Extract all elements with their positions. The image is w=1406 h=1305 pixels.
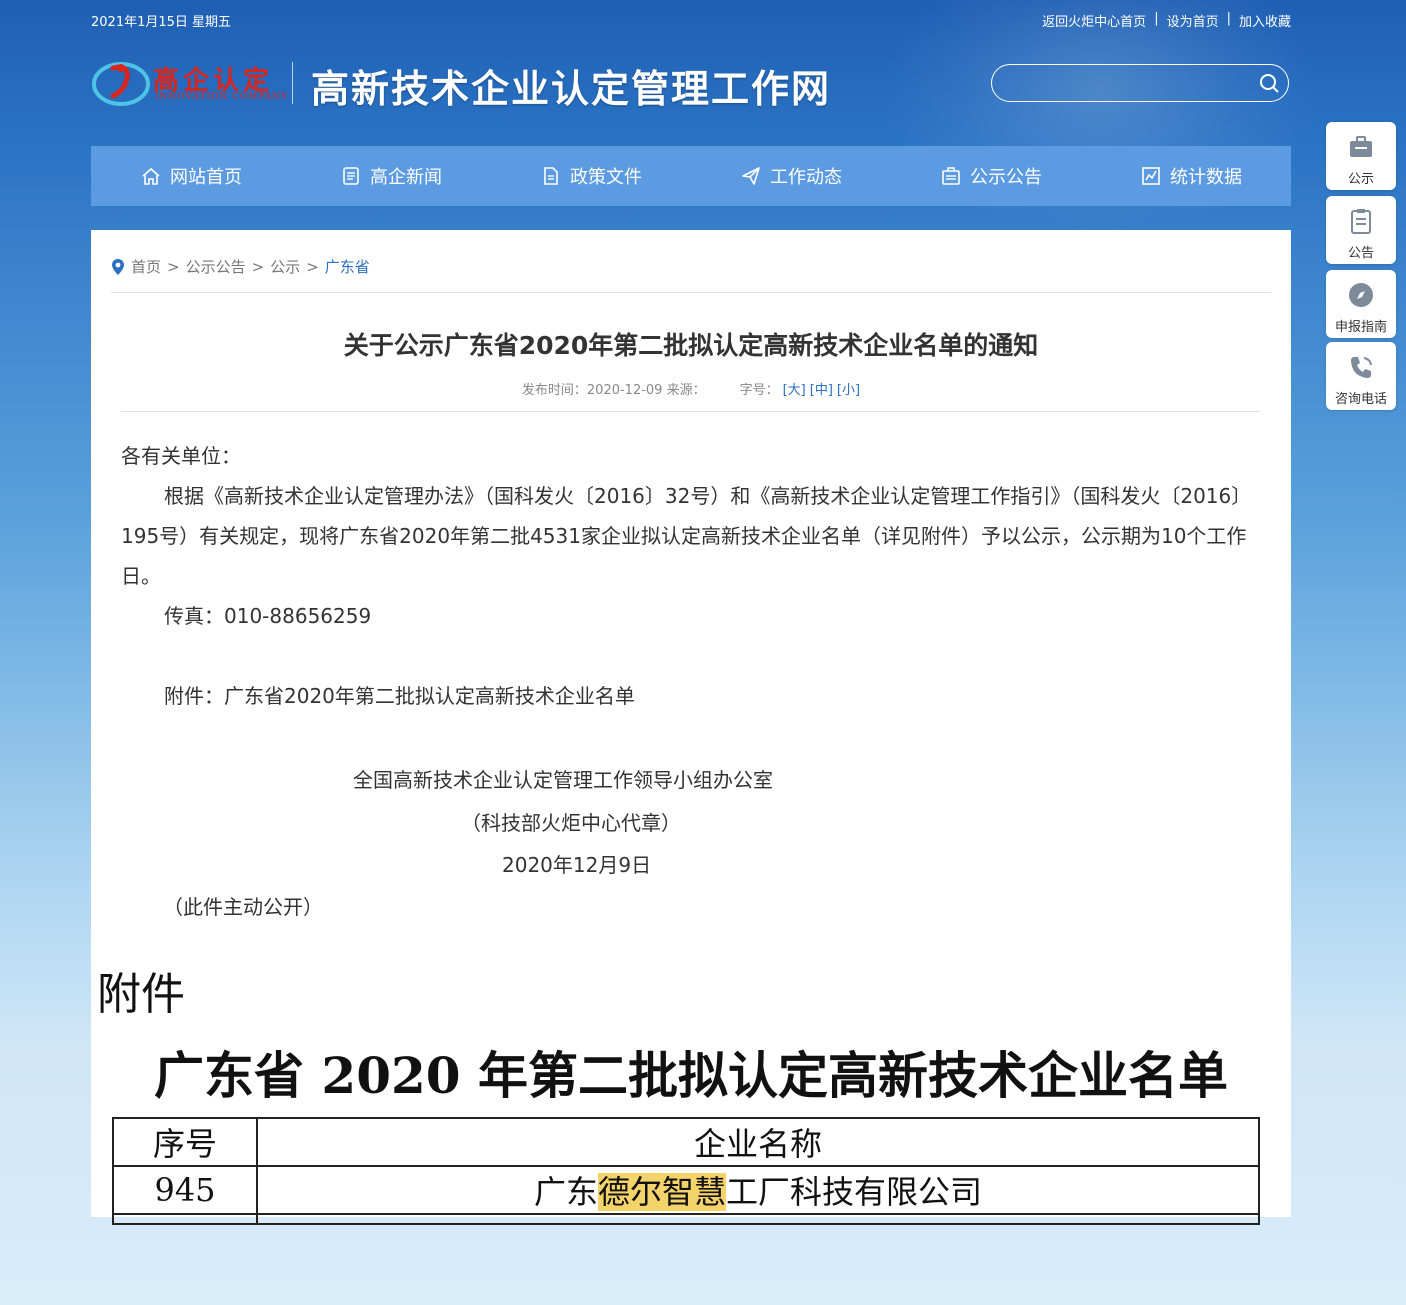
- header-no: 序号: [112, 1117, 258, 1167]
- nav-label: 网站首页: [170, 167, 242, 188]
- font-size-medium[interactable]: [中]: [810, 383, 833, 398]
- attachment-heading: 附件: [97, 969, 185, 1020]
- sidebar-label: 咨询电话: [1334, 392, 1387, 407]
- nav-label: 公示公告: [970, 167, 1042, 188]
- nav-label: 工作动态: [770, 167, 842, 188]
- nav-news[interactable]: 高企新闻: [291, 146, 491, 206]
- notice-icon: [942, 167, 960, 185]
- nav-statistics[interactable]: 统计数据: [1091, 146, 1291, 206]
- breadcrumb-current[interactable]: 广东省: [325, 256, 370, 277]
- link-set-homepage[interactable]: 设为首页: [1167, 11, 1219, 30]
- logo-text-en: INNOVATION COMPANY: [155, 92, 289, 102]
- site-logo[interactable]: 高企认定 INNOVATION COMPANY: [91, 52, 291, 112]
- news-icon: [343, 167, 359, 185]
- row-company: 广东德尔智慧工厂科技有限公司: [256, 1165, 1260, 1215]
- location-pin-icon: [112, 258, 124, 275]
- briefcase-icon: [1350, 136, 1372, 157]
- public-note: （此件主动公开）: [163, 895, 323, 919]
- nav-label: 高企新闻: [370, 167, 442, 188]
- attachment-title: 广东省 2020 年第二批拟认定高新技术企业名单: [154, 1046, 1228, 1105]
- company-name-highlight: 德尔智慧: [597, 1173, 726, 1211]
- breadcrumb-public[interactable]: 公示: [270, 256, 300, 277]
- link-torch-home[interactable]: 返回火炬中心首页: [1042, 11, 1146, 30]
- compass-icon: [1349, 283, 1373, 307]
- signer: 全国高新技术企业认定管理工作领导小组办公室: [353, 768, 773, 792]
- table-row-partial: [112, 1213, 1260, 1225]
- sidebar-label: 公告: [1347, 246, 1374, 261]
- link-separator: |: [1226, 11, 1231, 26]
- nav-label: 统计数据: [1170, 167, 1242, 188]
- divider: [111, 292, 1271, 293]
- row-no: 945: [112, 1165, 258, 1215]
- header-company: 企业名称: [256, 1117, 1260, 1167]
- article-meta: 发布时间：2020-12-09 来源： 字号： [大] [中] [小]: [91, 379, 1291, 398]
- search-box: [991, 64, 1289, 102]
- search-icon[interactable]: [1258, 72, 1280, 94]
- font-size-large[interactable]: [大]: [783, 383, 806, 398]
- chart-icon: [1142, 167, 1160, 185]
- paper-plane-icon: [742, 167, 760, 185]
- phone-icon: [1351, 357, 1372, 378]
- breadcrumb-notices[interactable]: 公示公告: [186, 256, 246, 277]
- nav-policy[interactable]: 政策文件: [491, 146, 691, 206]
- table-row: 945 广东德尔智慧工厂科技有限公司: [112, 1165, 1260, 1215]
- attachment-image: 附件 广东省 2020 年第二批拟认定高新技术企业名单 序号 企业名称 945 …: [91, 940, 1291, 1225]
- company-name-suffix: 工厂科技有限公司: [726, 1173, 983, 1211]
- article-title: 关于公示广东省2020年第二批拟认定高新技术企业名单的通知: [343, 331, 1039, 360]
- paragraph: 根据《高新技术企业认定管理办法》（国科发火〔2016〕32号）和《高新技术企业认…: [121, 484, 1252, 588]
- font-size-label: 字号：: [739, 383, 779, 398]
- attachment-link[interactable]: 附件：广东省2020年第二批拟认定高新技术企业名单: [121, 676, 1261, 716]
- nav-notices[interactable]: 公示公告: [891, 146, 1091, 206]
- breadcrumb-sep: >: [251, 257, 265, 276]
- company-table: 序号 企业名称 945 广东德尔智慧工厂科技有限公司: [112, 1117, 1260, 1225]
- top-bar: 2021年1月15日 星期五 返回火炬中心首页 | 设为首页 | 加入收藏: [91, 11, 1291, 31]
- table-header-row: 序号 企业名称: [112, 1117, 1260, 1167]
- link-separator: |: [1154, 11, 1159, 26]
- fax: 传真：010-88656259: [164, 604, 372, 628]
- greeting: 各有关单位：: [121, 444, 241, 468]
- nav-home[interactable]: 网站首页: [91, 146, 291, 206]
- sidebar-label: 公示: [1347, 172, 1374, 187]
- site-name: 高新技术企业认定管理工作网: [311, 66, 832, 111]
- nav-work-updates[interactable]: 工作动态: [691, 146, 891, 206]
- sidebar-notice[interactable]: 公告: [1326, 196, 1396, 264]
- logo-swirl-icon: [92, 62, 150, 106]
- sidebar-guide[interactable]: 申报指南: [1326, 270, 1396, 338]
- divider: [121, 411, 1261, 412]
- sidebar-label: 申报指南: [1334, 320, 1387, 335]
- link-add-favorite[interactable]: 加入收藏: [1239, 11, 1291, 30]
- font-size-small[interactable]: [小]: [837, 383, 860, 398]
- main-nav: 网站首页 高企新闻 政策文件 工作动态 公示公告 统计数据: [91, 146, 1291, 206]
- nav-label: 政策文件: [570, 167, 642, 188]
- article-panel: 首页 > 公示公告 > 公示 > 广东省 关于公示广东省2020年第二批拟认定高…: [91, 230, 1291, 940]
- breadcrumb-home[interactable]: 首页: [131, 256, 161, 277]
- breadcrumb-sep: >: [167, 257, 180, 276]
- sidebar-public[interactable]: 公示: [1326, 122, 1396, 190]
- current-date: 2021年1月15日 星期五: [91, 15, 232, 30]
- top-links: 返回火炬中心首页 | 设为首页 | 加入收藏: [1042, 11, 1291, 30]
- company-name-prefix: 广东: [533, 1173, 598, 1211]
- document-icon: [544, 167, 558, 185]
- article-body: 各有关单位： 根据《高新技术企业认定管理办法》（国科发火〔2016〕32号）和《…: [121, 436, 1261, 716]
- breadcrumb: 首页 > 公示公告 > 公示 > 广东省: [111, 256, 370, 277]
- seal-note: （科技部火炬中心代章）: [461, 811, 681, 835]
- sidebar-phone[interactable]: 咨询电话: [1326, 342, 1396, 410]
- clipboard-icon: [1351, 209, 1371, 234]
- home-icon: [142, 167, 160, 185]
- breadcrumb-sep: >: [306, 257, 319, 276]
- publish-time: 发布时间：2020-12-09 来源：: [521, 383, 706, 398]
- search-input[interactable]: [1008, 73, 1252, 95]
- logo-divider: [292, 62, 293, 104]
- sign-date: 2020年12月9日: [502, 853, 652, 877]
